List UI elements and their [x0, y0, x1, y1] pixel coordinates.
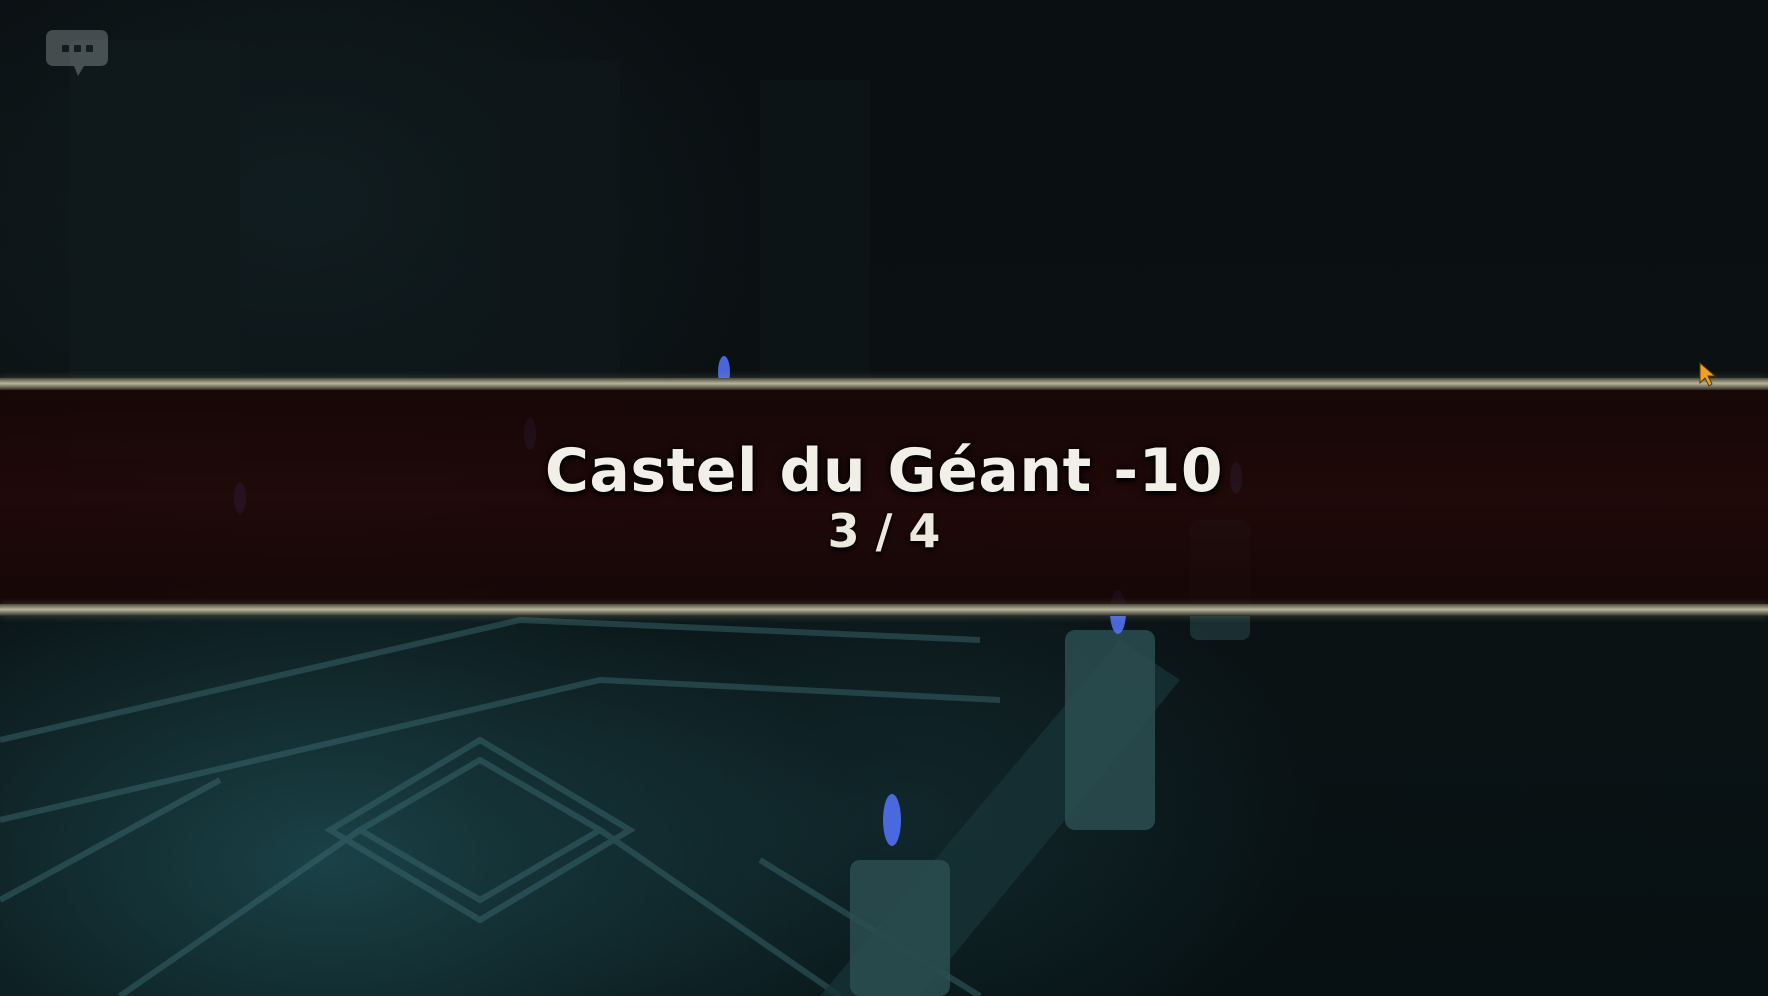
banner-top-rail	[0, 378, 1768, 390]
banner-bottom-rail	[0, 604, 1768, 616]
stage-title: Castel du Géant -10	[544, 436, 1224, 506]
game-scene: Castel du Géant -10 3 / 4	[0, 0, 1768, 996]
stage-progress: 3 / 4	[827, 504, 941, 558]
chat-bubble-icon[interactable]	[44, 26, 110, 80]
mouse-cursor-icon	[1699, 361, 1717, 387]
stage-banner: Castel du Géant -10 3 / 4	[0, 378, 1768, 616]
